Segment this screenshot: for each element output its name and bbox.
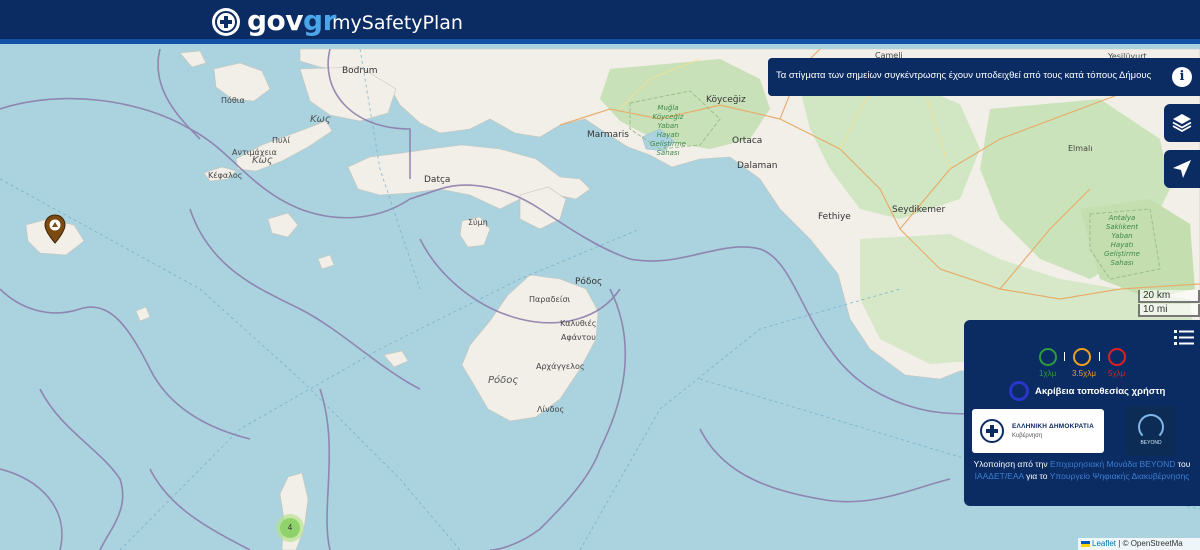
map-attribution: Leaflet | © OpenStreetMa [1078, 538, 1200, 550]
place-label: Πυλί [272, 136, 291, 145]
place-label: Λίνδος [537, 405, 565, 414]
layers-icon [1172, 114, 1192, 133]
radius-3-5km-circle [1073, 348, 1091, 366]
osm-link[interactable]: © OpenStreetMa [1123, 539, 1183, 548]
place-label: Αφάντου [561, 333, 596, 342]
place-label: Σύμη [468, 218, 488, 227]
scale-mi: 10 mi [1138, 304, 1200, 317]
park-label: Muğla Köyceğiz Yaban Hayatı Geliştirme S… [650, 104, 686, 157]
radius-1km-label: 1χλμ [1039, 369, 1057, 378]
hellenic-republic-logo[interactable]: ΕΛΛΗΝΙΚΗ ΔΗΜΟΚΡΑΤΙΑ Κυβέρνηση [972, 409, 1104, 453]
app-header: govgr mySafetyPlan [0, 0, 1200, 44]
radius-5km-label: 5χλμ [1108, 369, 1126, 378]
greek-emblem-icon [980, 419, 1004, 443]
place-label: Πόθια [221, 96, 245, 105]
place-label: Κέφαλος [208, 171, 243, 180]
credit-mid: του [1177, 459, 1191, 469]
place-label: Κως [252, 155, 273, 166]
place-label: Elmalı [1068, 144, 1093, 153]
layers-button[interactable] [1164, 104, 1200, 142]
info-banner: Τα στίγματα των σημείων συγκέντρωσης έχο… [768, 58, 1200, 96]
app-title: mySafetyPlan [332, 12, 463, 34]
place-label: Καλυθιές [560, 319, 597, 328]
credit-text: Υλοποίηση από την Επιχειρησιακή Μονάδα B… [972, 458, 1192, 482]
place-label: Köyceğiz [706, 95, 746, 105]
place-label: Ρόδος [575, 277, 603, 287]
attribution-separator: | [1118, 539, 1121, 548]
park-label: Antalya Saklıkent Yaban Hayatı Geliştirm… [1104, 214, 1140, 267]
beyond-arc-icon [1138, 414, 1164, 440]
place-label: Seydikemer [892, 205, 946, 215]
credit-mid: για το [1026, 471, 1048, 481]
place-label: Bodrum [342, 66, 378, 76]
place-label: Dalaman [737, 161, 778, 171]
list-icon[interactable] [1174, 328, 1194, 346]
marker-cluster[interactable]: 4 [276, 514, 304, 542]
govgr-logo[interactable]: govgr [247, 4, 336, 37]
place-label: Αρχάγγελος [536, 362, 585, 371]
ukraine-flag-icon [1081, 540, 1090, 547]
divider [1099, 352, 1100, 361]
radius-3-5km-label: 3.5χλμ [1072, 369, 1096, 378]
accuracy-label: Ακρίβεια τοποθεσίας χρήστη [1035, 386, 1166, 397]
info-icon[interactable]: i [1172, 67, 1192, 87]
place-label: Ortaca [732, 136, 763, 146]
beyond-logo[interactable]: BEYOND [1126, 406, 1176, 456]
scale-km: 20 km [1138, 290, 1200, 303]
locate-button[interactable] [1164, 150, 1200, 188]
greek-emblem-icon [212, 8, 240, 36]
credit-prefix: Υλοποίηση από την [973, 459, 1048, 469]
gov-card-title: ΕΛΛΗΝΙΚΗ ΔΗΜΟΚΡΑΤΙΑ [1012, 423, 1094, 430]
radius-5km-circle [1108, 348, 1126, 366]
legend-panel: 1χλμ 3.5χλμ 5χλμ Ακρίβεια τοποθεσίας χρή… [964, 320, 1200, 506]
info-banner-text: Τα στίγματα των σημείων συγκέντρωσης έχο… [776, 70, 1152, 81]
radius-1km-circle [1039, 348, 1057, 366]
place-label: Datça [424, 175, 451, 185]
cluster-count: 4 [280, 518, 300, 538]
place-label: Κως [310, 114, 331, 125]
place-label: Marmaris [587, 130, 629, 140]
navigation-arrow-icon [1173, 160, 1191, 178]
beyond-link[interactable]: Επιχειρησιακή Μονάδα BEYOND [1050, 459, 1175, 469]
map-pin-icon[interactable] [44, 214, 66, 248]
ministry-link[interactable]: Υπουργείο Ψηφιακής Διακυβέρνησης [1050, 471, 1190, 481]
beyond-label: BEYOND [1140, 440, 1162, 446]
place-label: Ρόδος [488, 375, 519, 386]
accuracy-circle [1009, 381, 1029, 401]
divider [1064, 352, 1065, 361]
place-label: Fethiye [818, 212, 851, 222]
gov-card-subtitle: Κυβέρνηση [1012, 433, 1043, 439]
iaadet-link[interactable]: IAAΔET/EAA [975, 471, 1024, 481]
place-label: Παραδείσι [529, 295, 571, 304]
leaflet-link[interactable]: Leaflet [1092, 539, 1116, 548]
